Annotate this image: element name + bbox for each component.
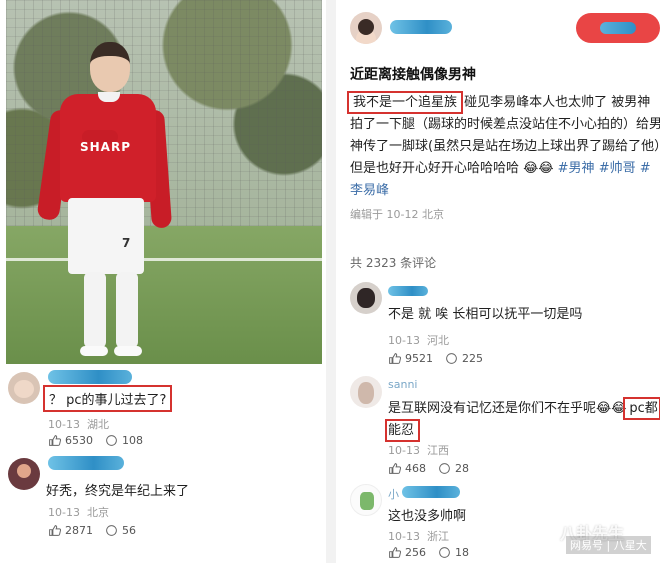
comment-date: 10-13 xyxy=(48,418,80,431)
like-count: 9521 xyxy=(405,352,433,365)
comment-bubble-icon xyxy=(106,435,117,446)
player-photo: SHARP 7 xyxy=(6,0,322,364)
player-leg-left xyxy=(84,272,106,348)
reply-count: 28 xyxy=(455,462,469,475)
thumbs-up-icon xyxy=(389,547,401,558)
comment-stats: 468 28 xyxy=(388,462,469,475)
post-highlight-text: 我不是一个追星族 xyxy=(346,91,464,114)
reply-count: 108 xyxy=(122,434,143,447)
comment-meta: 10-13 江西 xyxy=(388,442,449,458)
avatar[interactable] xyxy=(350,376,382,408)
post-tag[interactable]: #男神 xyxy=(558,161,595,176)
comment-username[interactable]: sanni xyxy=(388,378,417,391)
comment-stats: 2871 56 xyxy=(48,524,136,537)
player-shoe-right xyxy=(114,346,142,356)
comment-location: 浙江 xyxy=(426,530,449,543)
comment-stats: 6530 108 xyxy=(48,434,143,447)
reply-button[interactable]: 225 xyxy=(445,352,483,365)
avatar[interactable] xyxy=(8,458,40,490)
player-shoe-left xyxy=(80,346,108,356)
author-avatar[interactable] xyxy=(350,12,382,44)
shorts-number: 7 xyxy=(122,236,131,250)
panel-divider xyxy=(326,0,336,563)
comment-text-main: 是互联网没有记忆还是你们不在乎呢😂😂 xyxy=(388,401,627,416)
comment-meta: 10-13 河北 xyxy=(388,332,449,348)
comment-count: 共 2323 条评论 xyxy=(350,256,437,270)
username-redaction xyxy=(402,486,460,498)
thumbs-up-icon xyxy=(389,353,401,364)
username-redaction xyxy=(388,286,428,296)
like-count: 468 xyxy=(405,462,426,475)
comment-text: ？ pc的事儿过去了? xyxy=(42,385,173,412)
player-leg-right xyxy=(116,272,138,348)
comment-text: 不是 就 唉 长相可以抚平一切是吗 xyxy=(388,307,583,322)
like-count: 2871 xyxy=(65,524,93,537)
reply-button[interactable]: 28 xyxy=(438,462,469,475)
like-count: 256 xyxy=(405,546,426,559)
username-redaction xyxy=(48,456,124,470)
post-tag[interactable]: #帅哥 xyxy=(599,161,636,176)
comment-text: 是互联网没有记忆还是你们不在乎呢😂😂 pc都能忍 xyxy=(385,397,660,442)
post-edit-meta: 编辑于 10-12 北京 xyxy=(350,208,444,221)
avatar[interactable] xyxy=(350,484,382,516)
post-title: 近距离接触偶像男神 xyxy=(350,67,476,83)
thumbs-up-icon xyxy=(389,463,401,474)
follow-button-redaction xyxy=(600,22,636,34)
comment-stats: 256 18 xyxy=(388,546,469,559)
right-screenshot: 近距离接触偶像男神 我不是一个追星族 碰见李易峰本人也太帅了 被男神拍了一下腿（… xyxy=(336,0,660,563)
thumbs-up-icon xyxy=(49,435,61,446)
author-name-redaction xyxy=(390,20,452,34)
comment-meta: 10-13 湖北 xyxy=(48,416,109,432)
reply-button[interactable]: 108 xyxy=(105,434,143,447)
comment-date: 10-13 xyxy=(388,334,420,347)
comment-stats: 9521 225 xyxy=(388,352,483,365)
like-button[interactable]: 6530 xyxy=(48,434,93,447)
comment-meta: 10-13 北京 xyxy=(48,504,109,520)
comment-username[interactable]: 小 xyxy=(388,486,399,502)
comment-meta: 10-13 浙江 xyxy=(388,528,449,544)
comment-bubble-icon xyxy=(439,463,450,474)
comment-bubble-icon xyxy=(446,353,457,364)
watermark-caption: 网易号 | 八星大 xyxy=(566,536,651,554)
comment-location: 湖北 xyxy=(86,418,109,431)
comment-location: 江西 xyxy=(426,444,449,457)
thumbs-up-icon xyxy=(49,525,61,536)
reply-count: 225 xyxy=(462,352,483,365)
comment-date: 10-13 xyxy=(48,506,80,519)
like-button[interactable]: 2871 xyxy=(48,524,93,537)
player-shorts xyxy=(68,198,144,274)
reply-button[interactable]: 18 xyxy=(438,546,469,559)
reply-count: 18 xyxy=(455,546,469,559)
comment-date: 10-13 xyxy=(388,530,420,543)
comment-bubble-icon xyxy=(106,525,117,536)
like-count: 6530 xyxy=(65,434,93,447)
follow-button[interactable] xyxy=(576,13,660,43)
like-button[interactable]: 256 xyxy=(388,546,426,559)
post-body: 我不是一个追星族 碰见李易峰本人也太帅了 被男神拍了一下腿（踢球的时候差点没站住… xyxy=(346,91,660,202)
avatar[interactable] xyxy=(350,282,382,314)
comment-location: 河北 xyxy=(426,334,449,347)
username-redaction xyxy=(48,370,132,384)
avatar[interactable] xyxy=(8,372,40,404)
left-screenshot: SHARP 7 ？ pc的事儿过去了? 10-13 湖北 6530 108 好秃… xyxy=(0,0,326,563)
reply-count: 56 xyxy=(122,524,136,537)
like-button[interactable]: 468 xyxy=(388,462,426,475)
player-head xyxy=(90,42,130,92)
shirt-sponsor-text: SHARP xyxy=(80,140,132,154)
comment-location: 北京 xyxy=(86,506,109,519)
comment-date: 10-13 xyxy=(388,444,420,457)
comment-text: 好秃，终究是年纪上来了 xyxy=(46,484,190,499)
reply-button[interactable]: 56 xyxy=(105,524,136,537)
player-figure: SHARP 7 xyxy=(36,36,173,362)
comment-bubble-icon xyxy=(439,547,450,558)
like-button[interactable]: 9521 xyxy=(388,352,433,365)
